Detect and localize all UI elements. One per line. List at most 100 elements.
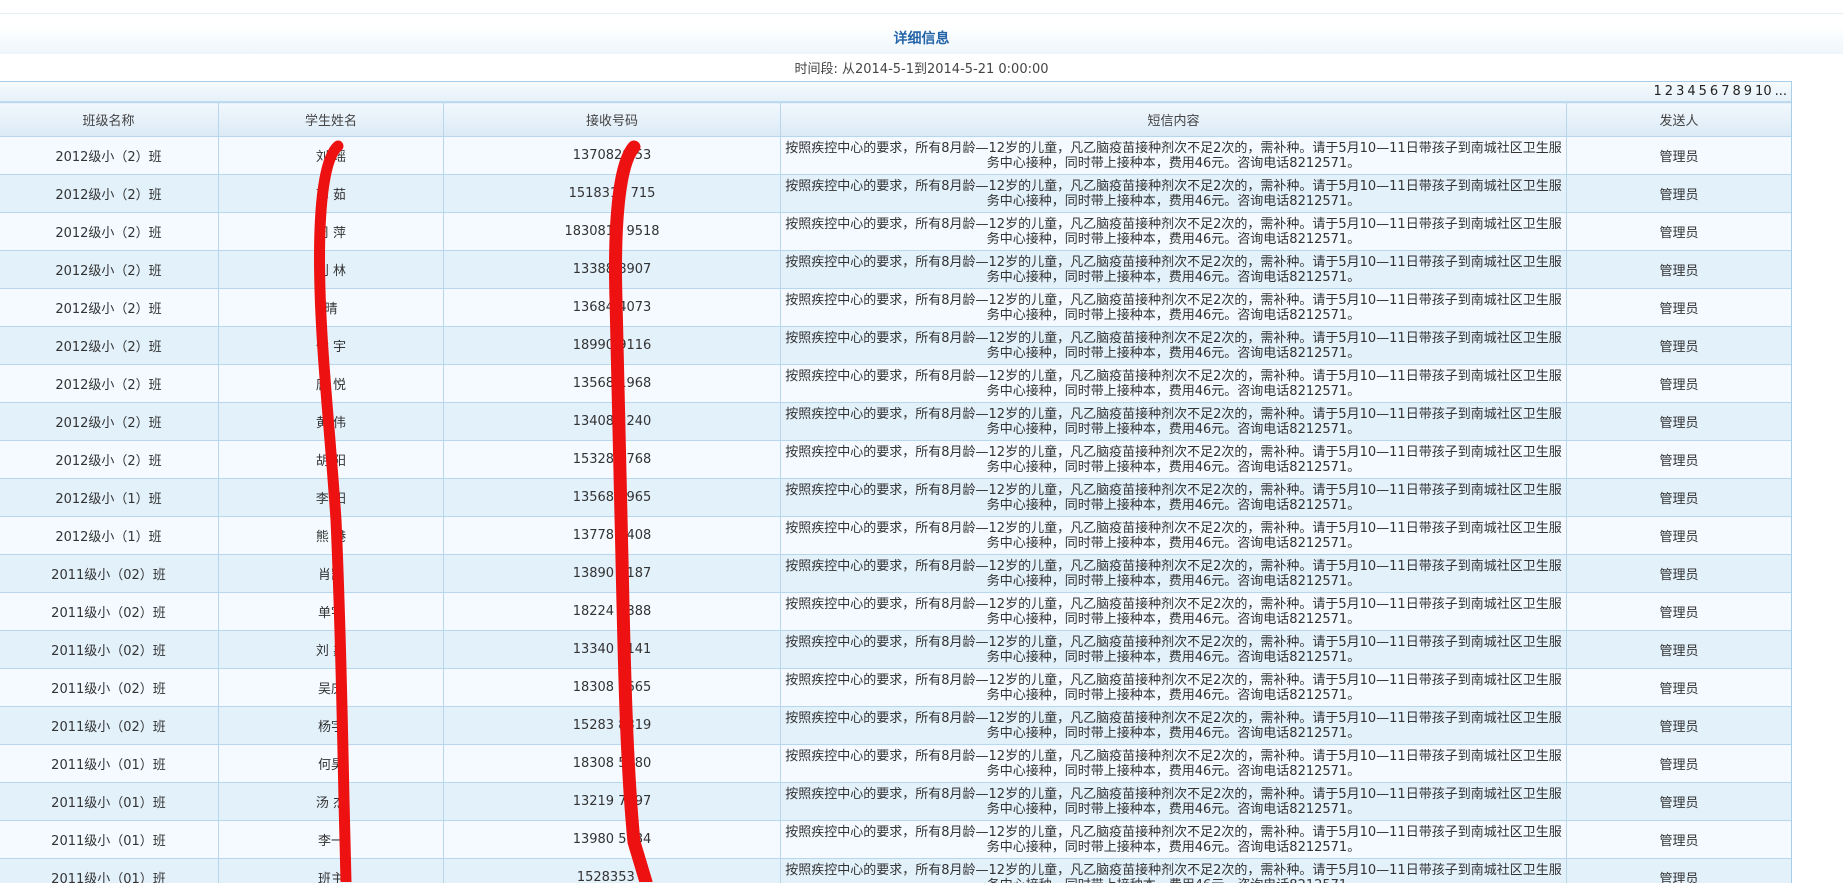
- class-cell: 2012级小（2）班: [0, 327, 219, 365]
- message-cell: 按照疾控中心的要求，所有8月龄—12岁的儿童，凡乙脑疫苗接种剂次不足2次的，需补…: [781, 821, 1567, 859]
- message-cell: 按照疾控中心的要求，所有8月龄—12岁的儿童，凡乙脑疫苗接种剂次不足2次的，需补…: [781, 593, 1567, 631]
- table-row[interactable]: 2012级小（2）班刘 林13388 8907按照疾控中心的要求，所有8月龄—1…: [0, 251, 1792, 289]
- table-row[interactable]: 2012级小（2）班 晴13684 4073按照疾控中心的要求，所有8月龄—12…: [0, 289, 1792, 327]
- table-row[interactable]: 2011级小（02）班吴庆18308 1665按照疾控中心的要求，所有8月龄—1…: [0, 669, 1792, 707]
- table-row[interactable]: 2011级小（01）班班主1528353 9按照疾控中心的要求，所有8月龄—12…: [0, 859, 1792, 883]
- phone-cell: 13890 9187: [444, 555, 781, 593]
- class-cell: 2011级小（01）班: [0, 859, 219, 883]
- phone-cell: 13684 4073: [444, 289, 781, 327]
- phone-cell: 18990 9116: [444, 327, 781, 365]
- class-cell: 2012级小（2）班: [0, 403, 219, 441]
- phone-cell: 13980 5784: [444, 821, 781, 859]
- sender-cell: 管理员: [1567, 593, 1792, 631]
- sender-cell: 管理员: [1567, 289, 1792, 327]
- top-divider: [0, 13, 1843, 14]
- phone-cell: 18308 1665: [444, 669, 781, 707]
- table-row[interactable]: 2011级小（01）班李一13980 5784按照疾控中心的要求，所有8月龄—1…: [0, 821, 1792, 859]
- phone-cell: 13388 8907: [444, 251, 781, 289]
- message-cell: 按照疾控中心的要求，所有8月龄—12岁的儿童，凡乙脑疫苗接种剂次不足2次的，需补…: [781, 365, 1567, 403]
- table-row[interactable]: 2011级小（02）班肖凯13890 9187按照疾控中心的要求，所有8月龄—1…: [0, 555, 1792, 593]
- class-cell: 2011级小（02）班: [0, 707, 219, 745]
- message-cell: 按照疾控中心的要求，所有8月龄—12岁的儿童，凡乙脑疫苗接种剂次不足2次的，需补…: [781, 441, 1567, 479]
- time-range-label: 时间段: 从2014-5-1到2014-5-21 0:00:00: [0, 60, 1843, 80]
- student-name-cell: 刘 鑫: [219, 631, 444, 669]
- table-row[interactable]: 2011级小（01）班何昊18308 5380按照疾控中心的要求，所有8月龄—1…: [0, 745, 1792, 783]
- class-cell: 2011级小（01）班: [0, 821, 219, 859]
- phone-cell: 13568 8965: [444, 479, 781, 517]
- class-cell: 2011级小（02）班: [0, 631, 219, 669]
- phone-cell: 1528353 9: [444, 859, 781, 883]
- page-link-7[interactable]: 7: [1721, 84, 1729, 99]
- student-name-cell: 班主: [219, 859, 444, 883]
- sender-cell: 管理员: [1567, 631, 1792, 669]
- sender-cell: 管理员: [1567, 669, 1792, 707]
- column-header-student-name[interactable]: 学生姓名: [219, 103, 444, 137]
- column-header-phone[interactable]: 接收号码: [444, 103, 781, 137]
- student-name-cell: 刘 瑶: [219, 137, 444, 175]
- student-name-cell: 单宇: [219, 593, 444, 631]
- table-header-row: 班级名称 学生姓名 接收号码 短信内容 发送人: [0, 103, 1792, 137]
- table-row[interactable]: 2012级小（1）班熊 港13778 5408按照疾控中心的要求，所有8月龄—1…: [0, 517, 1792, 555]
- class-cell: 2012级小（2）班: [0, 213, 219, 251]
- sender-cell: 管理员: [1567, 137, 1792, 175]
- page-title: 详细信息: [0, 28, 1843, 50]
- message-cell: 按照疾控中心的要求，所有8月龄—12岁的儿童，凡乙脑疫苗接种剂次不足2次的，需补…: [781, 517, 1567, 555]
- phone-cell: 18224 9388: [444, 593, 781, 631]
- page-link-4[interactable]: 4: [1687, 84, 1695, 99]
- pagination: 12345678910...: [1651, 83, 1787, 100]
- page-link-3[interactable]: 3: [1676, 84, 1684, 99]
- sender-cell: 管理员: [1567, 441, 1792, 479]
- class-cell: 2012级小（2）班: [0, 251, 219, 289]
- sender-cell: 管理员: [1567, 517, 1792, 555]
- table-row[interactable]: 2012级小（2）班胡 阳15328 2768按照疾控中心的要求，所有8月龄—1…: [0, 441, 1792, 479]
- page-link-9[interactable]: 9: [1744, 84, 1752, 99]
- page-link-8[interactable]: 8: [1732, 84, 1740, 99]
- table-row[interactable]: 2012级小（2）班黄 伟13408 2240按照疾控中心的要求，所有8月龄—1…: [0, 403, 1792, 441]
- sender-cell: 管理员: [1567, 859, 1792, 883]
- table-row[interactable]: 2011级小（02）班杨宇15283 8319按照疾控中心的要求，所有8月龄—1…: [0, 707, 1792, 745]
- table-row[interactable]: 2011级小（02）班刘 鑫13340 5141按照疾控中心的要求，所有8月龄—…: [0, 631, 1792, 669]
- page-link-2[interactable]: 2: [1665, 84, 1673, 99]
- sender-cell: 管理员: [1567, 783, 1792, 821]
- page-link-5[interactable]: 5: [1699, 84, 1707, 99]
- student-name-cell: 侯 宇: [219, 327, 444, 365]
- message-cell: 按照疾控中心的要求，所有8月龄—12岁的儿童，凡乙脑疫苗接种剂次不足2次的，需补…: [781, 479, 1567, 517]
- class-cell: 2011级小（02）班: [0, 669, 219, 707]
- table-row[interactable]: 2012级小（2）班唐 悦13568 1968按照疾控中心的要求，所有8月龄—1…: [0, 365, 1792, 403]
- class-cell: 2012级小（2）班: [0, 137, 219, 175]
- table-row[interactable]: 2012级小（2）班侯 宇18990 9116按照疾控中心的要求，所有8月龄—1…: [0, 327, 1792, 365]
- message-cell: 按照疾控中心的要求，所有8月龄—12岁的儿童，凡乙脑疫苗接种剂次不足2次的，需补…: [781, 327, 1567, 365]
- message-cell: 按照疾控中心的要求，所有8月龄—12岁的儿童，凡乙脑疫苗接种剂次不足2次的，需补…: [781, 631, 1567, 669]
- phone-cell: 1370829 53: [444, 137, 781, 175]
- sender-cell: 管理员: [1567, 707, 1792, 745]
- table-row[interactable]: 2012级小（2）班周 萍1830813 9518按照疾控中心的要求，所有8月龄…: [0, 213, 1792, 251]
- page-link-more[interactable]: ...: [1775, 84, 1787, 99]
- table-row[interactable]: 2011级小（01）班汤 杰13219 7597按照疾控中心的要求，所有8月龄—…: [0, 783, 1792, 821]
- column-header-message[interactable]: 短信内容: [781, 103, 1567, 137]
- table-row[interactable]: 2012级小（2）班苏 茹1518316 715按照疾控中心的要求，所有8月龄—…: [0, 175, 1792, 213]
- phone-cell: 13408 2240: [444, 403, 781, 441]
- student-name-cell: 李 阳: [219, 479, 444, 517]
- student-name-cell: 肖凯: [219, 555, 444, 593]
- table-row[interactable]: 2012级小（2）班刘 瑶1370829 53按照疾控中心的要求，所有8月龄—1…: [0, 137, 1792, 175]
- student-name-cell: 汤 杰: [219, 783, 444, 821]
- page-link-1[interactable]: 1: [1654, 84, 1662, 99]
- message-cell: 按照疾控中心的要求，所有8月龄—12岁的儿童，凡乙脑疫苗接种剂次不足2次的，需补…: [781, 213, 1567, 251]
- table-row[interactable]: 2012级小（1）班李 阳13568 8965按照疾控中心的要求，所有8月龄—1…: [0, 479, 1792, 517]
- column-header-class[interactable]: 班级名称: [0, 103, 219, 137]
- page-link-10[interactable]: 10: [1755, 84, 1772, 99]
- student-name-cell: 晴: [219, 289, 444, 327]
- phone-cell: 1518316 715: [444, 175, 781, 213]
- page-link-6[interactable]: 6: [1710, 84, 1718, 99]
- student-name-cell: 周 萍: [219, 213, 444, 251]
- sender-cell: 管理员: [1567, 327, 1792, 365]
- class-cell: 2011级小（02）班: [0, 593, 219, 631]
- message-cell: 按照疾控中心的要求，所有8月龄—12岁的儿童，凡乙脑疫苗接种剂次不足2次的，需补…: [781, 669, 1567, 707]
- class-cell: 2012级小（1）班: [0, 517, 219, 555]
- student-name-cell: 熊 港: [219, 517, 444, 555]
- column-header-sender[interactable]: 发送人: [1567, 103, 1792, 137]
- class-cell: 2011级小（01）班: [0, 783, 219, 821]
- student-name-cell: 黄 伟: [219, 403, 444, 441]
- table-row[interactable]: 2011级小（02）班单宇18224 9388按照疾控中心的要求，所有8月龄—1…: [0, 593, 1792, 631]
- student-name-cell: 何昊: [219, 745, 444, 783]
